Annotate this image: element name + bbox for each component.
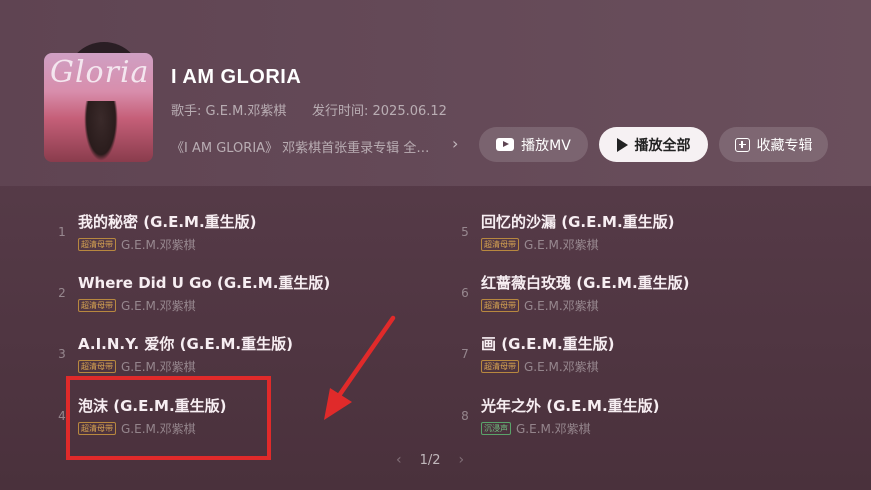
- annotation-arrow: [324, 315, 396, 420]
